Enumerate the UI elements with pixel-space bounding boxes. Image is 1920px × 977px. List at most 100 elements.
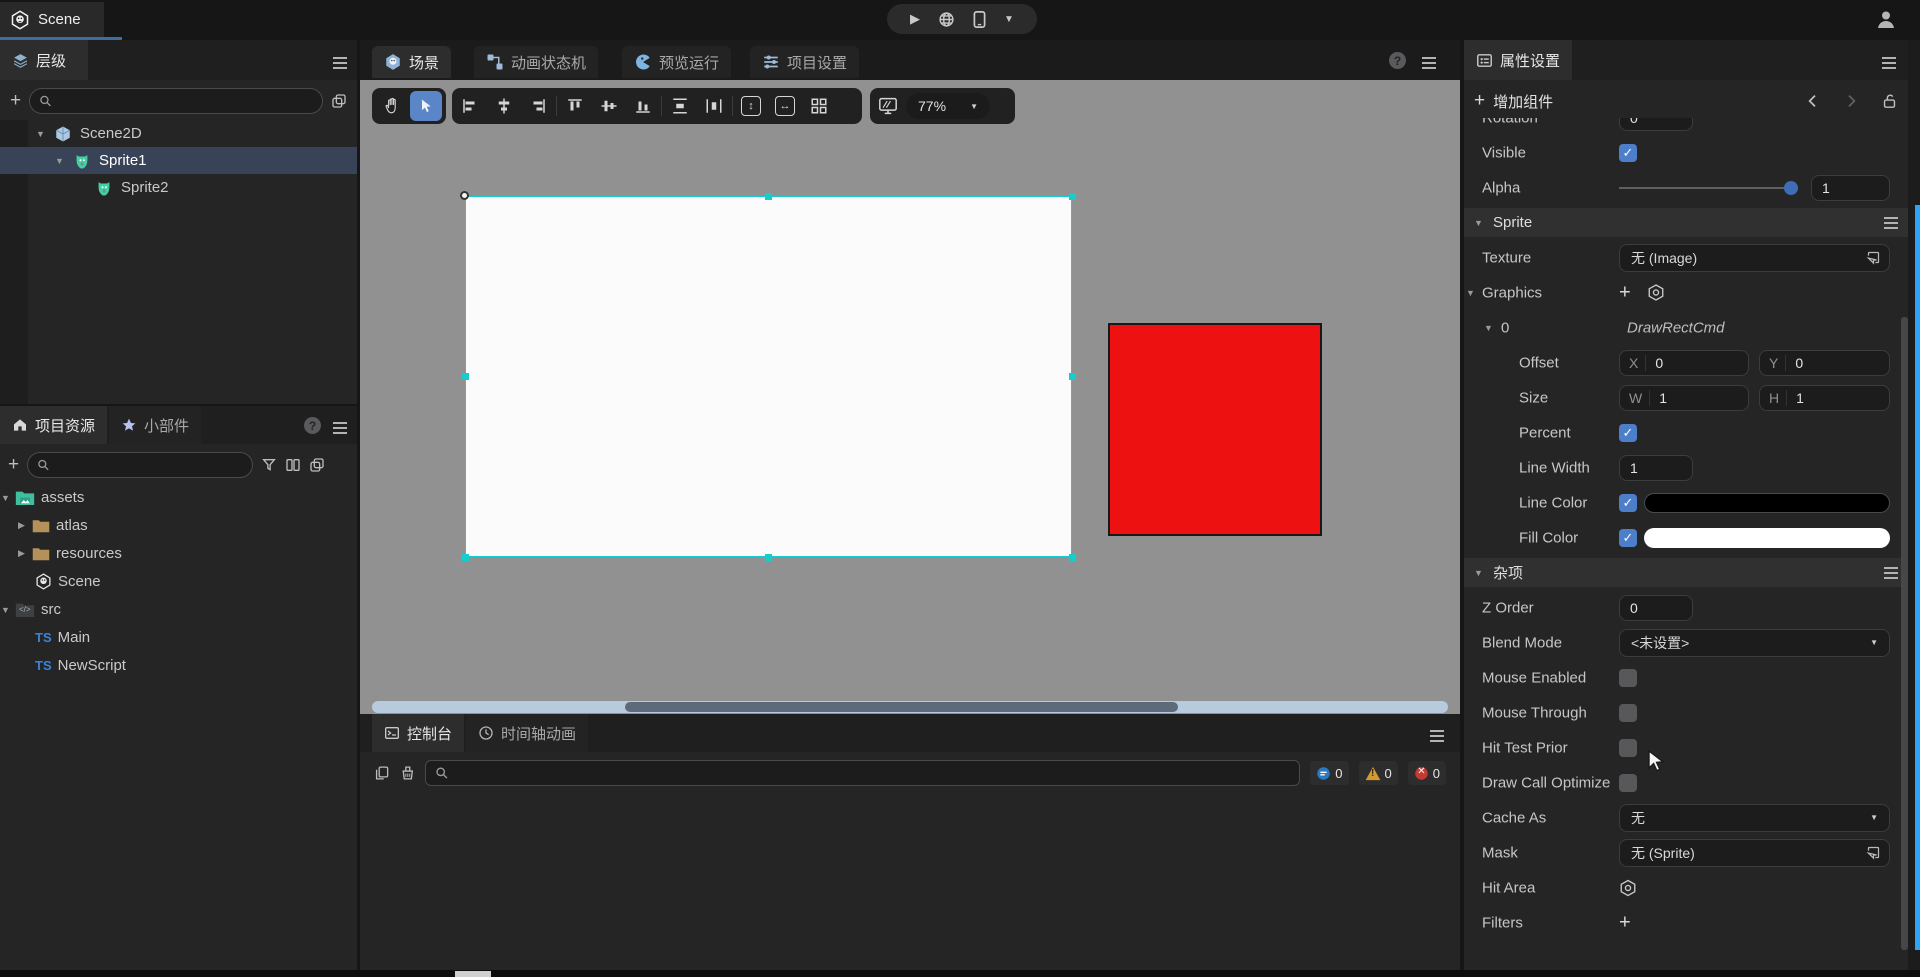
tab-console[interactable]: 控制台	[372, 714, 464, 752]
section-header-sprite[interactable]: ▼ Sprite	[1464, 205, 1908, 240]
add-filter-button[interactable]: +	[1619, 911, 1631, 934]
distribute-vertical-button[interactable]	[670, 97, 690, 115]
pan-tool-button[interactable]	[376, 91, 408, 121]
asset-item-resources[interactable]: ▶ resources	[0, 540, 357, 567]
copy-log-icon[interactable]	[374, 765, 390, 781]
graphics-command-0[interactable]: ▼ 0 DrawRectCmd	[1464, 310, 1908, 345]
error-log-filter[interactable]: ✕ 0	[1408, 761, 1446, 785]
assets-search[interactable]	[27, 452, 253, 478]
alpha-input[interactable]	[1811, 175, 1890, 201]
resize-handle-bottom[interactable]	[765, 554, 772, 561]
canvas-hscrollbar-thumb[interactable]	[625, 702, 1178, 712]
expand-caret-icon[interactable]: ▼	[1, 493, 11, 503]
duplicate-icon[interactable]	[331, 93, 347, 109]
blend-mode-dropdown[interactable]: <未设置> ▼	[1619, 629, 1890, 657]
pick-reference-icon[interactable]	[1866, 250, 1881, 265]
offset-x-field[interactable]: X 0	[1619, 350, 1749, 376]
scene-help-icon[interactable]: ?	[1389, 52, 1406, 69]
tab-project-resources[interactable]: 项目资源	[0, 406, 107, 444]
hit-test-prior-checkbox[interactable]	[1619, 739, 1637, 757]
play-icon[interactable]: ▶	[910, 11, 920, 27]
canvas-hscrollbar-track[interactable]	[372, 701, 1448, 713]
mouse-through-checkbox[interactable]	[1619, 704, 1637, 722]
sprite1-object[interactable]	[465, 196, 1072, 557]
console-search[interactable]	[425, 760, 1300, 786]
cache-as-dropdown[interactable]: 无 ▼	[1619, 804, 1890, 832]
resize-handle-top[interactable]	[765, 193, 772, 200]
globe-icon[interactable]	[938, 11, 955, 28]
tab-property-settings[interactable]: 属性设置	[1464, 40, 1572, 80]
console-menu-icon[interactable]	[1430, 727, 1444, 745]
z-order-input[interactable]	[1619, 595, 1693, 621]
draw-call-optimize-checkbox[interactable]	[1619, 774, 1637, 792]
expand-caret-icon[interactable]: ▼	[36, 129, 46, 139]
assets-search-input[interactable]	[56, 457, 243, 473]
align-left-button[interactable]	[460, 97, 480, 115]
info-log-filter[interactable]: 0	[1310, 761, 1348, 785]
align-bottom-button[interactable]	[633, 97, 653, 115]
grid-view-button[interactable]	[809, 97, 829, 115]
user-account-icon[interactable]	[1874, 7, 1898, 31]
unlock-icon[interactable]	[1881, 93, 1898, 110]
select-tool-button[interactable]	[410, 91, 442, 121]
props-menu-icon[interactable]	[1882, 54, 1896, 72]
add-component-button[interactable]: 增加组件	[1493, 91, 1553, 112]
tree-item-sprite2[interactable]: Sprite2	[0, 174, 357, 201]
scene-menu-icon[interactable]	[1422, 54, 1436, 72]
add-graphics-command-button[interactable]: +	[1619, 281, 1631, 304]
resize-handle-left[interactable]	[462, 373, 469, 380]
misc-section-menu-icon[interactable]	[1884, 564, 1898, 582]
pick-reference-icon[interactable]	[1866, 845, 1881, 860]
align-right-button[interactable]	[528, 97, 548, 115]
line-color-checkbox[interactable]: ✓	[1619, 494, 1637, 512]
size-h-field[interactable]: H 1	[1759, 385, 1890, 411]
resize-handle-right[interactable]	[1069, 373, 1076, 380]
visible-checkbox[interactable]: ✓	[1619, 144, 1637, 162]
hit-area-settings-icon[interactable]	[1619, 879, 1637, 897]
tab-animation-state-machine[interactable]: 动画状态机	[474, 46, 598, 78]
sprite-section-menu-icon[interactable]	[1884, 214, 1898, 232]
nav-forward-icon[interactable]	[1843, 93, 1859, 109]
run-target-dropdown-icon[interactable]: ▼	[1004, 14, 1014, 25]
mobile-device-icon[interactable]	[973, 11, 986, 28]
hierarchy-search[interactable]	[29, 88, 323, 114]
resize-handle-top-right[interactable]	[1069, 193, 1076, 200]
size-w-field[interactable]: W 1	[1619, 385, 1749, 411]
resize-handle-bottom-left[interactable]	[462, 554, 469, 561]
align-center-vertical-button[interactable]	[494, 97, 514, 115]
split-columns-icon[interactable]	[285, 457, 301, 473]
assets-menu-icon[interactable]	[333, 419, 347, 437]
line-color-swatch[interactable]	[1644, 493, 1890, 513]
rotation-input[interactable]	[1619, 118, 1693, 131]
console-search-input[interactable]	[455, 765, 1290, 781]
props-scrollbar-thumb[interactable]	[1901, 317, 1908, 950]
right-dock-accent-bar[interactable]	[1915, 205, 1920, 950]
subsection-graphics[interactable]: ▼ Graphics +	[1464, 275, 1908, 310]
asset-item-scene[interactable]: Scene	[0, 568, 357, 595]
asset-item-assets[interactable]: ▼ assets	[0, 484, 357, 511]
window-tab-scene[interactable]: Scene	[0, 2, 104, 37]
alpha-slider[interactable]	[1619, 181, 1798, 195]
mouse-enabled-checkbox[interactable]	[1619, 669, 1637, 687]
tab-preview-run[interactable]: 预览运行	[622, 46, 731, 78]
alpha-slider-knob[interactable]	[1784, 181, 1798, 195]
sprite2-object[interactable]	[1108, 323, 1322, 536]
offset-y-field[interactable]: Y 0	[1759, 350, 1890, 376]
add-node-button[interactable]: +	[10, 90, 21, 112]
mask-ref-field[interactable]: 无 (Sprite)	[1619, 839, 1890, 867]
resize-handle-bottom-right[interactable]	[1069, 554, 1076, 561]
clear-console-icon[interactable]	[400, 765, 416, 781]
tab-widgets[interactable]: 小部件	[109, 406, 201, 444]
texture-ref-field[interactable]: 无 (Image)	[1619, 244, 1890, 272]
fit-width-button[interactable]: ↔	[775, 96, 795, 116]
align-top-button[interactable]	[565, 97, 585, 115]
fit-height-button[interactable]: ↕	[741, 96, 761, 116]
fill-color-checkbox[interactable]: ✓	[1619, 529, 1637, 547]
expand-caret-icon[interactable]: ▼	[55, 156, 65, 166]
align-center-horizontal-button[interactable]	[599, 97, 619, 115]
collapse-caret-icon[interactable]: ▶	[18, 520, 28, 531]
pivot-handle[interactable]	[460, 191, 469, 200]
percent-checkbox[interactable]: ✓	[1619, 424, 1637, 442]
asset-item-atlas[interactable]: ▶ atlas	[0, 512, 357, 539]
scene-viewport[interactable]: ↕ ↔ 77% ▼	[360, 80, 1460, 714]
